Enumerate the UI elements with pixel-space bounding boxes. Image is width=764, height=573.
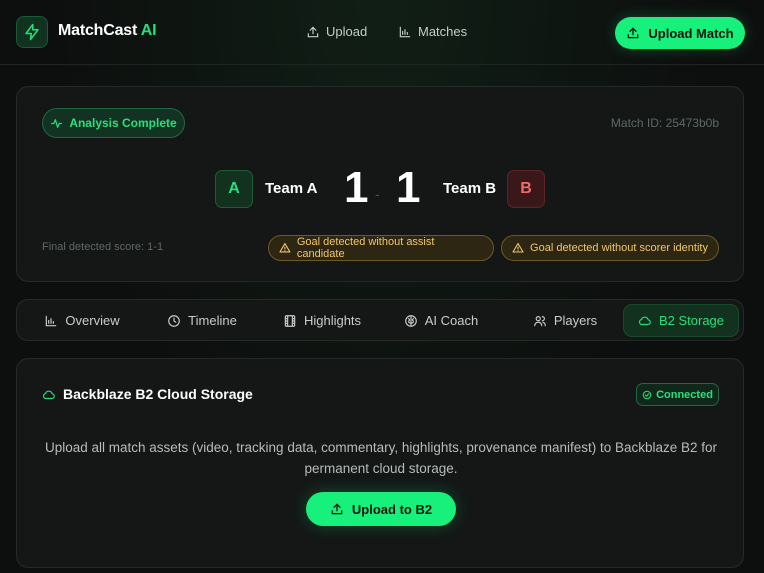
warning-icon xyxy=(512,242,524,253)
upload-to-b2-button[interactable]: Upload to B2 xyxy=(306,492,456,526)
warning-icon xyxy=(279,243,291,253)
tab-bar: Overview Timeline Highlights AI Coach Pl… xyxy=(16,299,744,341)
upload-match-label: Upload Match xyxy=(648,25,734,41)
team-b-badge: B xyxy=(507,170,545,208)
analysis-status-label: Analysis Complete xyxy=(69,116,177,130)
film-icon xyxy=(284,314,296,327)
upload-icon xyxy=(628,27,639,39)
connected-label: Connected xyxy=(656,388,713,401)
brand-name: MatchCast AI xyxy=(58,22,157,40)
users-icon xyxy=(533,315,546,326)
tab-b2-storage[interactable]: B2 Storage xyxy=(623,304,739,337)
nav-matches-label: Matches xyxy=(418,24,468,39)
warning-badge-scorer: Goal detected without scorer identity xyxy=(501,235,719,261)
brand-main: MatchCast xyxy=(58,22,138,39)
team-a-badge: A xyxy=(215,170,253,208)
match-id: Match ID: 25473b0b xyxy=(610,116,719,130)
tab-overview[interactable]: Overview xyxy=(37,304,127,337)
team-b-score: 1 xyxy=(396,163,421,212)
cloud-icon xyxy=(638,316,651,325)
warning-badge-assist: Goal detected without assist candidate xyxy=(268,235,494,261)
check-circle-icon xyxy=(642,390,652,399)
bar-chart-icon xyxy=(399,26,411,37)
upload-icon xyxy=(307,26,319,37)
tab-label: Timeline xyxy=(188,313,237,328)
team-a-name: Team A xyxy=(265,180,318,197)
tab-label: AI Coach xyxy=(424,313,479,328)
clock-icon xyxy=(168,314,181,327)
connected-status-badge: Connected xyxy=(636,383,719,406)
storage-description: Upload all match assets (video, tracking… xyxy=(44,440,718,476)
nav-upload-label: Upload xyxy=(326,24,368,39)
bar-chart-icon xyxy=(46,315,57,326)
logo[interactable] xyxy=(16,16,48,48)
warning-label: Goal detected without assist candidate xyxy=(296,236,435,260)
analysis-status-badge: Analysis Complete xyxy=(42,108,185,138)
lightning-icon xyxy=(25,23,39,41)
top-header: MatchCast AI Upload Matches Upload Match xyxy=(0,0,764,65)
brand-accent: AI xyxy=(140,22,157,39)
tab-label: Highlights xyxy=(303,313,362,328)
upload-to-b2-label: Upload to B2 xyxy=(351,501,433,517)
storage-title: Backblaze B2 Cloud Storage xyxy=(63,386,253,402)
upload-match-button[interactable]: Upload Match xyxy=(615,17,745,49)
tab-label: B2 Storage xyxy=(658,313,725,328)
tab-highlights[interactable]: Highlights xyxy=(277,304,367,337)
team-b-name: Team B xyxy=(443,180,497,197)
tab-timeline[interactable]: Timeline xyxy=(161,304,243,337)
cloud-icon xyxy=(42,390,55,400)
nav-matches[interactable]: Matches xyxy=(398,24,467,39)
tab-ai-coach[interactable]: AI Coach xyxy=(399,304,483,337)
score-separator: - xyxy=(375,186,380,202)
tab-players[interactable]: Players xyxy=(525,304,605,337)
brain-icon xyxy=(404,314,417,327)
tab-label: Overview xyxy=(65,313,120,328)
team-a-score: 1 xyxy=(344,163,369,212)
tab-label: Players xyxy=(553,313,598,328)
upload-icon xyxy=(331,503,343,515)
nav-upload[interactable]: Upload xyxy=(306,24,367,39)
warning-label: Goal detected without scorer identity xyxy=(530,242,708,254)
activity-icon xyxy=(51,118,63,128)
final-score-text: Final detected score: 1-1 xyxy=(42,241,164,253)
